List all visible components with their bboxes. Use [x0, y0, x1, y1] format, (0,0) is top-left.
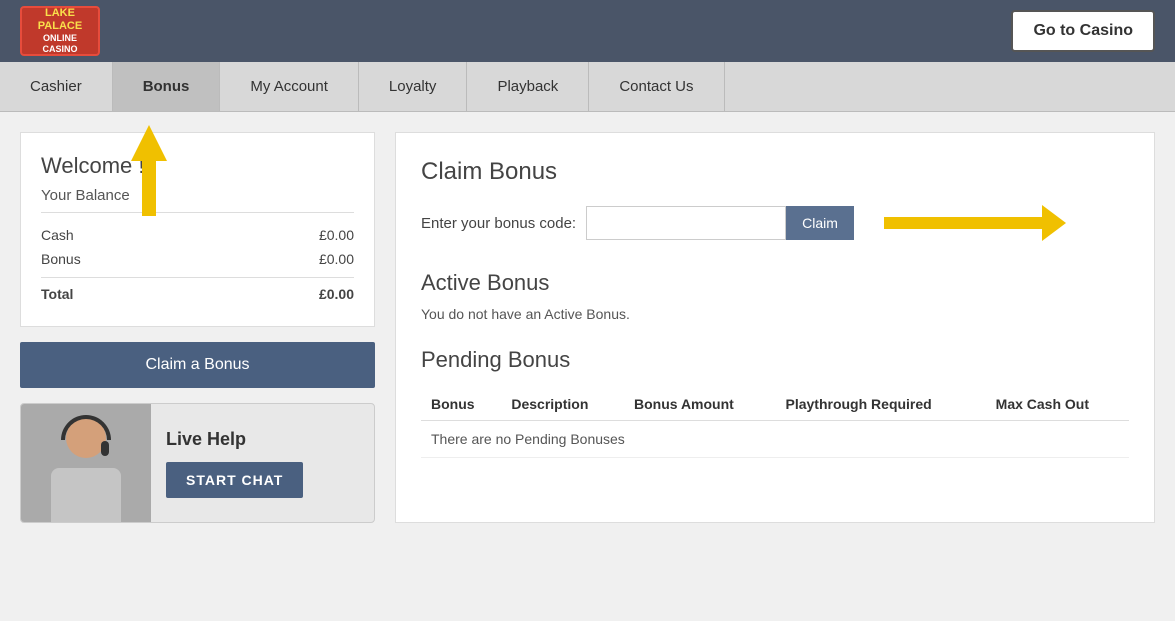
welcome-prefix: Welcome: [41, 153, 138, 178]
person-body: [51, 468, 121, 523]
col-max-cashout: Max Cash Out: [986, 388, 1129, 421]
claim-bonus-title: Claim Bonus: [421, 158, 1129, 186]
live-help-content: Live Help START CHAT: [151, 419, 374, 508]
col-bonus: Bonus: [421, 388, 501, 421]
header: LAKE PALACE ONLINE CASINO Go to Casino: [0, 0, 1175, 62]
logo-sub2: CASINO: [42, 44, 77, 55]
no-pending-row: There are no Pending Bonuses: [421, 421, 1129, 458]
nav-item-playback[interactable]: Playback: [467, 62, 589, 111]
total-value: £0.00: [319, 286, 354, 302]
cash-row: Cash £0.00: [41, 223, 354, 247]
logo-name: LAKE PALACE: [22, 7, 98, 33]
bonus-row: Bonus £0.00: [41, 247, 354, 271]
balance-label: Your Balance: [41, 187, 354, 213]
nav-item-cashier[interactable]: Cashier: [0, 62, 113, 111]
logo-sub1: ONLINE: [43, 33, 77, 44]
total-row: Total £0.00: [41, 277, 354, 306]
total-label: Total: [41, 286, 73, 302]
col-description: Description: [501, 388, 624, 421]
active-bonus-title: Active Bonus: [421, 270, 1129, 296]
nav-item-my-account[interactable]: My Account: [220, 62, 359, 111]
col-bonus-amount: Bonus Amount: [624, 388, 775, 421]
bonus-code-label: Enter your bonus code:: [421, 215, 576, 232]
arrow-head: [1042, 205, 1066, 241]
go-casino-button[interactable]: Go to Casino: [1011, 10, 1155, 52]
main-content: Welcome ! Your Balance Cash £0.00 Bonus …: [0, 112, 1175, 543]
right-arrow-annotation: [884, 217, 1044, 229]
table-header-row: Bonus Description Bonus Amount Playthrou…: [421, 388, 1129, 421]
bonus-code-input[interactable]: [586, 206, 786, 240]
pending-table-head: Bonus Description Bonus Amount Playthrou…: [421, 388, 1129, 421]
logo-box: LAKE PALACE ONLINE CASINO: [20, 6, 100, 56]
welcome-box: Welcome ! Your Balance Cash £0.00 Bonus …: [20, 132, 375, 327]
bonus-code-row: Enter your bonus code: Claim: [421, 206, 1129, 240]
start-chat-button[interactable]: START CHAT: [166, 462, 303, 498]
live-help-image: [21, 403, 151, 523]
col-playthrough: Playthrough Required: [775, 388, 985, 421]
nav-item-loyalty[interactable]: Loyalty: [359, 62, 468, 111]
pending-bonus-section: Pending Bonus Bonus Description Bonus Am…: [421, 347, 1129, 458]
claim-bonus-button[interactable]: Claim a Bonus: [20, 342, 375, 388]
nav-item-bonus[interactable]: Bonus: [113, 62, 221, 111]
pending-bonus-title: Pending Bonus: [421, 347, 1129, 373]
welcome-title: Welcome !: [41, 153, 354, 179]
claim-code-button[interactable]: Claim: [786, 206, 854, 240]
nav-item-contact-us[interactable]: Contact Us: [589, 62, 724, 111]
headset-mic: [101, 441, 109, 456]
arrow-body: [884, 217, 1044, 229]
bonus-label: Bonus: [41, 251, 81, 267]
left-panel: Welcome ! Your Balance Cash £0.00 Bonus …: [20, 132, 375, 523]
pending-table: Bonus Description Bonus Amount Playthrou…: [421, 388, 1129, 458]
nav-bar: Cashier Bonus My Account Loyalty Playbac…: [0, 62, 1175, 112]
no-pending-text: There are no Pending Bonuses: [421, 421, 1129, 458]
cash-label: Cash: [41, 227, 74, 243]
pending-table-body: There are no Pending Bonuses: [421, 421, 1129, 458]
right-panel: Claim Bonus Enter your bonus code: Claim…: [395, 132, 1155, 523]
live-help-box: Live Help START CHAT: [20, 403, 375, 523]
headset: [61, 415, 111, 440]
cash-value: £0.00: [319, 227, 354, 243]
claim-bonus-section: Claim Bonus Enter your bonus code: Claim: [421, 158, 1129, 240]
active-bonus-section: Active Bonus You do not have an Active B…: [421, 270, 1129, 322]
bonus-code-input-group: Claim: [586, 206, 854, 240]
live-help-title: Live Help: [166, 429, 359, 450]
no-active-bonus-text: You do not have an Active Bonus.: [421, 306, 1129, 322]
bonus-value: £0.00: [319, 251, 354, 267]
welcome-suffix: !: [138, 153, 144, 178]
logo: LAKE PALACE ONLINE CASINO: [20, 6, 100, 56]
